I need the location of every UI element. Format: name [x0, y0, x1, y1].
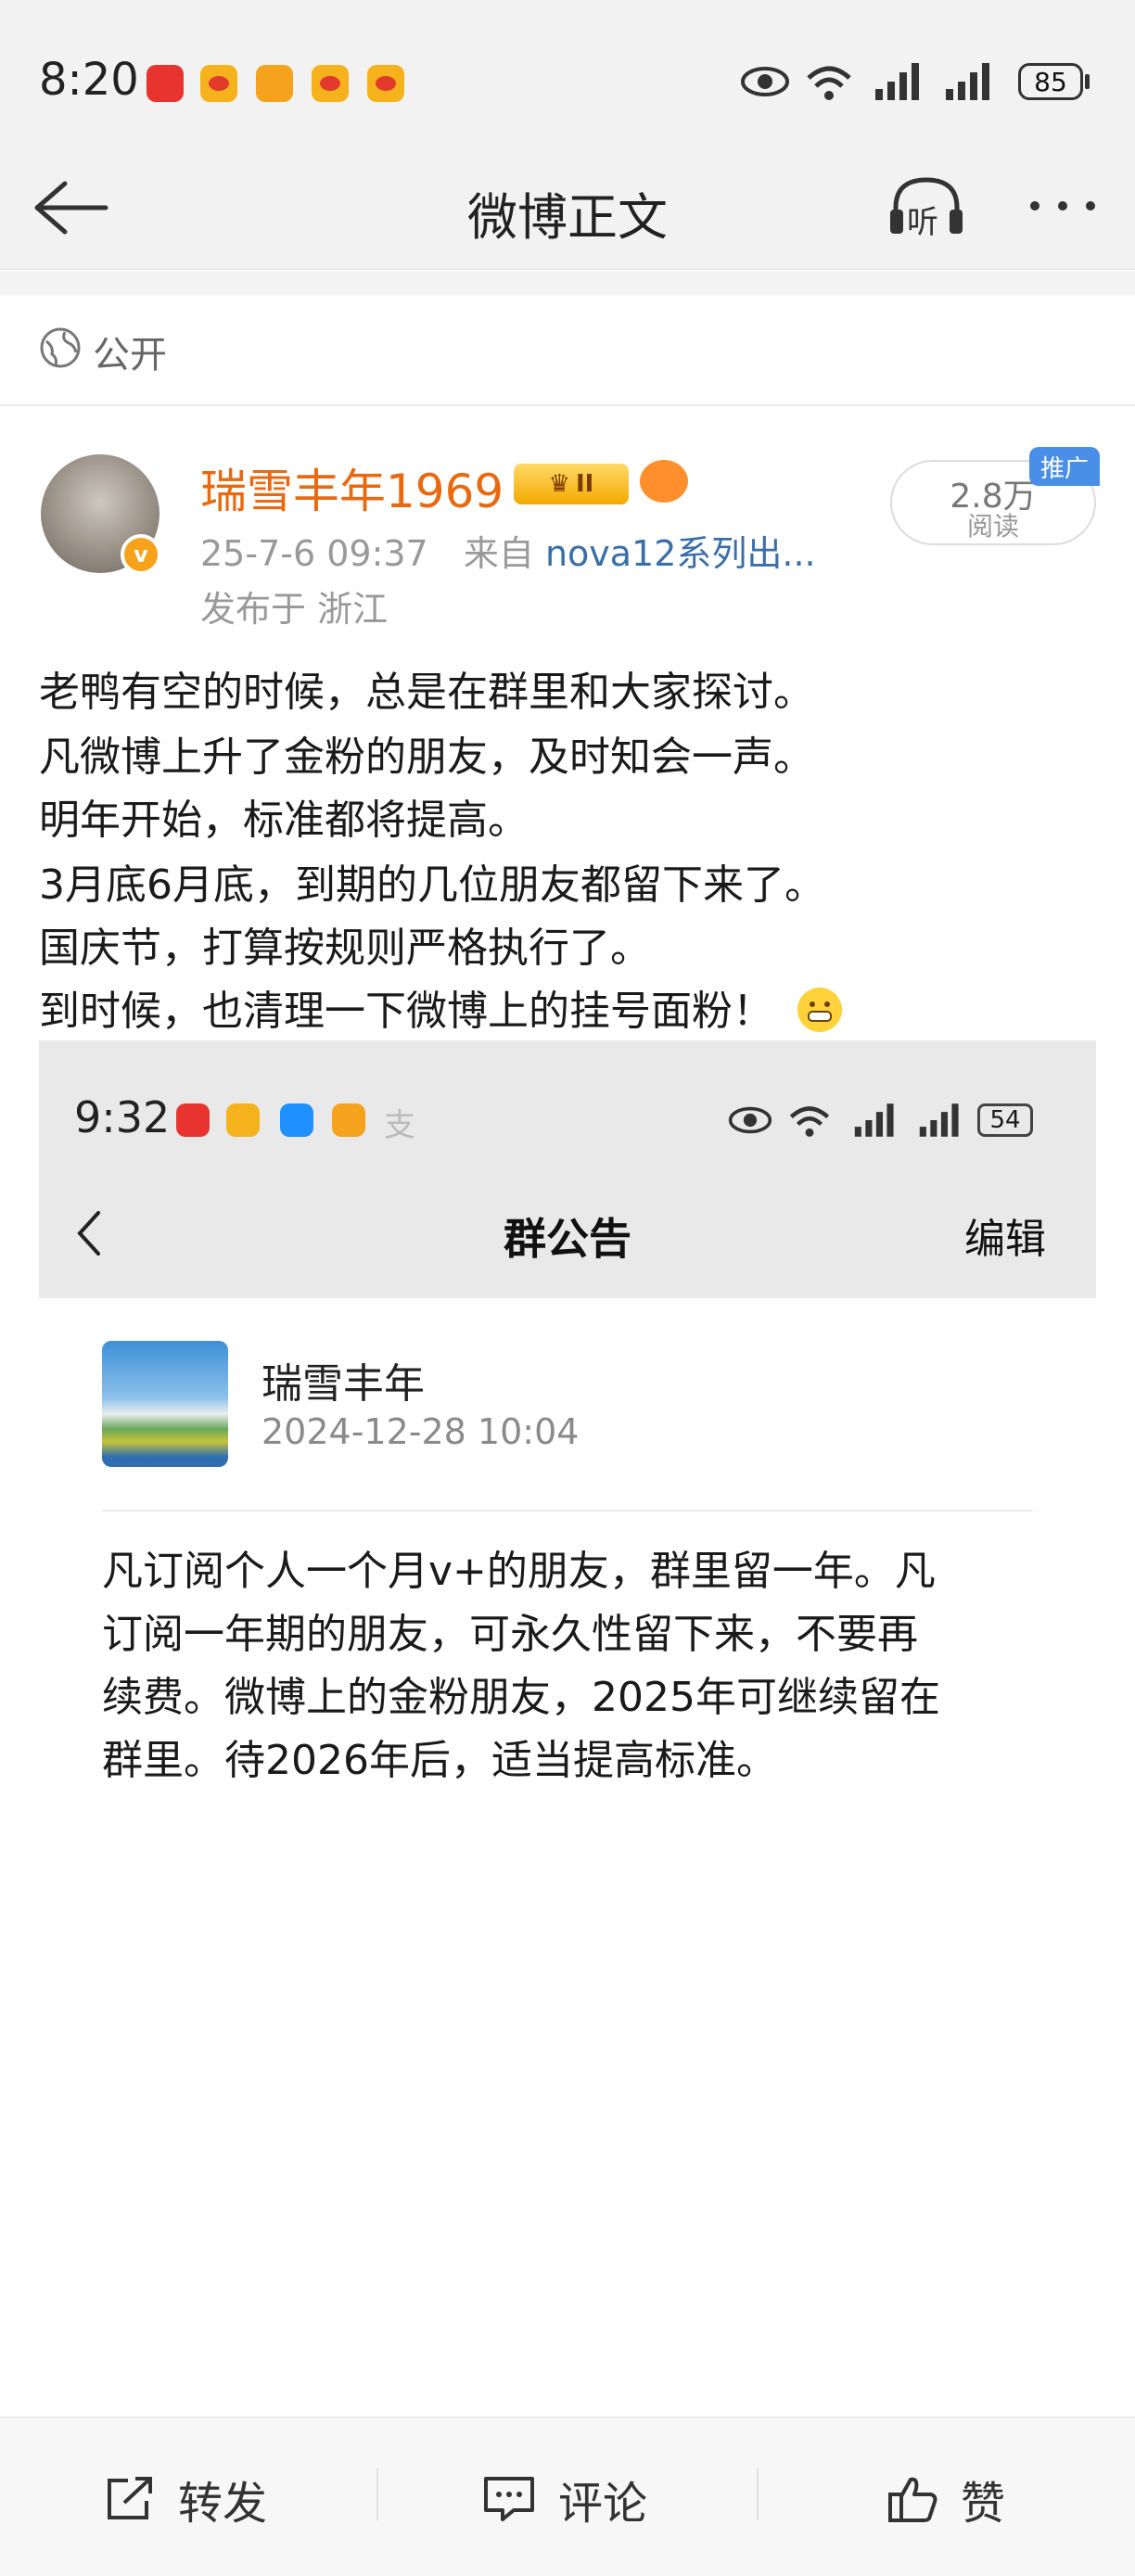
embedded-battery: 54 [977, 1103, 1033, 1137]
repost-button[interactable]: 转发 [104, 2467, 267, 2531]
source-prefix: 来自 [463, 533, 534, 574]
grin-emoji-icon [797, 988, 842, 1032]
promote-tag[interactable]: 推广 [1029, 447, 1100, 486]
group-name: 瑞雪丰年 [261, 1360, 425, 1408]
comment-button[interactable]: 评论 [482, 2467, 647, 2531]
weibo-icon [367, 65, 404, 102]
huawei-store-icon [176, 1103, 210, 1137]
post-text-line: 老鸭有空的时候，总是在群里和大家探讨。 [39, 669, 814, 716]
message-app-icon [280, 1103, 313, 1137]
post-text-line: 3月底6月底，到期的几位朋友都留下来了。 [39, 861, 825, 909]
listen-label: 听 [907, 204, 938, 241]
post-meta: 25-7-6 09:37 来自 nova12系列出... [200, 525, 816, 576]
notice-text-line: 凡订阅个人一个月v+的朋友，群里留一年。凡 [102, 1548, 936, 1595]
divider [102, 1510, 1033, 1511]
visibility-row [0, 295, 1135, 406]
repost-label: 转发 [178, 2478, 268, 2530]
more-icon[interactable] [1027, 197, 1098, 215]
post-text-line: 凡微博上升了金粉的朋友，及时知会一声。 [39, 733, 814, 781]
eye-icon [727, 1105, 773, 1135]
signal-icon [874, 61, 924, 102]
signal-icon [918, 1102, 963, 1139]
orange-app-icon [332, 1103, 365, 1137]
alipay-icon: 支 [384, 1107, 415, 1144]
verified-badge: v [121, 534, 161, 575]
divider [376, 2468, 378, 2520]
fish-badge-icon [640, 460, 688, 503]
post-date: 25-7-6 09:37 [200, 533, 428, 574]
weibo-icon [226, 1103, 260, 1137]
comment-icon [482, 2475, 536, 2523]
group-avatar-image [102, 1341, 228, 1467]
divider [757, 2468, 759, 2520]
huawei-store-icon [147, 65, 184, 102]
notice-text-line: 群里。待2026年后，适当提高标准。 [102, 1737, 777, 1784]
post-text: 到时候，也清理一下微博上的挂号面粉！ [39, 988, 773, 1035]
notice-text-line: 续费。微博上的金粉朋友，2025年可继续留在 [102, 1674, 940, 1721]
vip-level-badge: ♛ II [514, 464, 629, 504]
weibo-icon [312, 65, 349, 102]
repost-icon [104, 2475, 156, 2523]
battery-tip [1085, 74, 1090, 89]
crown-icon: ♛ [548, 470, 570, 498]
post-text-line: 国庆节，打算按规则严格执行了。 [39, 925, 651, 972]
post-location: 发布于 浙江 [200, 589, 389, 630]
post-text-line: 明年开始，标准都将提高。 [39, 797, 529, 844]
embedded-edit-label: 编辑 [964, 1216, 1046, 1263]
thumbs-up-icon [886, 2474, 938, 2524]
wifi-icon [786, 1102, 833, 1139]
read-count-label: 阅读 [966, 511, 1019, 542]
like-label: 赞 [961, 2478, 1006, 2530]
signal-icon [944, 61, 994, 102]
listen-button[interactable]: 听 [886, 172, 966, 241]
post-text-line-last: 到时候，也清理一下微博上的挂号面粉！ [39, 977, 842, 1037]
post-source-link[interactable]: nova12系列出... [545, 533, 816, 574]
author-name[interactable]: 瑞雪丰年1969 [200, 454, 504, 521]
battery-indicator: 85 [1018, 63, 1083, 100]
group-notice-date: 2024-12-28 10:04 [261, 1411, 580, 1452]
vip-level-label: II [575, 470, 594, 498]
wifi-icon [803, 61, 855, 102]
comment-label: 评论 [558, 2478, 648, 2530]
globe-icon [39, 326, 82, 369]
visibility-label: 公开 [93, 334, 167, 376]
section-divider [0, 271, 1135, 295]
weibo-icon [200, 65, 237, 102]
orange-app-icon [256, 65, 293, 102]
eye-icon [740, 65, 790, 98]
embedded-status-time: 9:32 [74, 1092, 171, 1142]
notice-text-line: 订阅一年期的朋友，可永久性留下来，不要再 [102, 1611, 918, 1658]
status-time: 8:20 [39, 54, 139, 106]
like-button[interactable]: 赞 [886, 2467, 1005, 2531]
signal-icon [853, 1102, 898, 1139]
